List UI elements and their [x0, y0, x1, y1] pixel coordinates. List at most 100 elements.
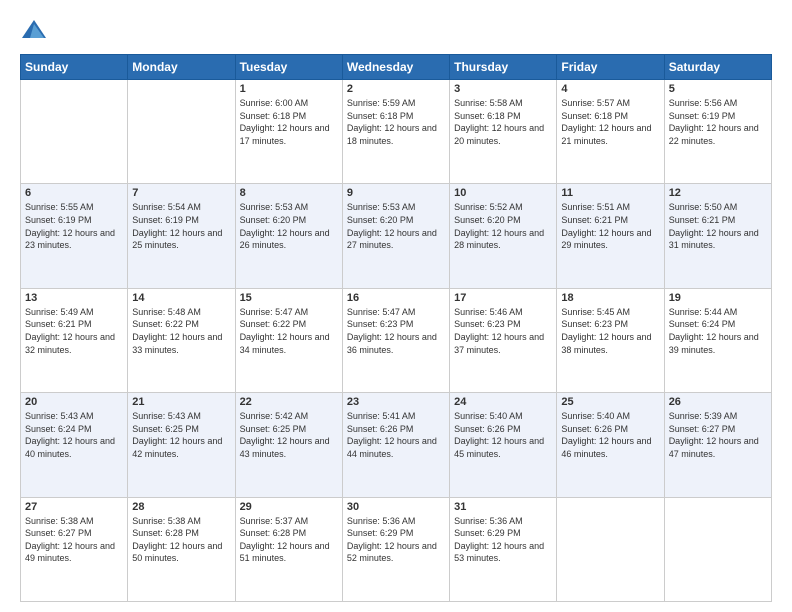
- day-number: 11: [561, 187, 659, 199]
- day-number: 15: [240, 292, 338, 304]
- calendar-cell: 17Sunrise: 5:46 AM Sunset: 6:23 PM Dayli…: [450, 288, 557, 392]
- calendar-cell: 21Sunrise: 5:43 AM Sunset: 6:25 PM Dayli…: [128, 393, 235, 497]
- calendar-header-tuesday: Tuesday: [235, 55, 342, 80]
- day-info: Sunrise: 5:43 AM Sunset: 6:25 PM Dayligh…: [132, 410, 230, 460]
- day-info: Sunrise: 5:48 AM Sunset: 6:22 PM Dayligh…: [132, 306, 230, 356]
- day-number: 4: [561, 83, 659, 95]
- calendar-cell: 20Sunrise: 5:43 AM Sunset: 6:24 PM Dayli…: [21, 393, 128, 497]
- day-number: 31: [454, 501, 552, 513]
- calendar-cell: 11 Sunrise: 5:51 AM Sunset: 6:21 PM Dayli…: [557, 184, 664, 288]
- calendar-week-5: 27 Sunrise: 5:38 AM Sunset: 6:27 PM Dayli…: [21, 497, 772, 601]
- day-info: Sunrise: 5:55 AM Sunset: 6:19 PM Dayligh…: [25, 201, 123, 251]
- day-info: Sunrise: 5:54 AM Sunset: 6:19 PM Dayligh…: [132, 201, 230, 251]
- calendar-week-2: 6 Sunrise: 5:55 AM Sunset: 6:19 PM Daylig…: [21, 184, 772, 288]
- day-info: Sunrise: 5:53 AM Sunset: 6:20 PM Dayligh…: [347, 201, 445, 251]
- calendar-cell: [664, 497, 771, 601]
- calendar-week-4: 20Sunrise: 5:43 AM Sunset: 6:24 PM Dayli…: [21, 393, 772, 497]
- day-number: 17: [454, 292, 552, 304]
- calendar-cell: 5 Sunrise: 5:56 AM Sunset: 6:19 PM Daylig…: [664, 80, 771, 184]
- calendar-cell: 6 Sunrise: 5:55 AM Sunset: 6:19 PM Daylig…: [21, 184, 128, 288]
- calendar-cell: 7 Sunrise: 5:54 AM Sunset: 6:19 PM Daylig…: [128, 184, 235, 288]
- day-number: 23: [347, 396, 445, 408]
- day-info: Sunrise: 5:57 AM Sunset: 6:18 PM Dayligh…: [561, 97, 659, 147]
- day-info: Sunrise: 5:56 AM Sunset: 6:19 PM Dayligh…: [669, 97, 767, 147]
- logo-icon: [20, 16, 48, 44]
- day-info: Sunrise: 5:49 AM Sunset: 6:21 PM Dayligh…: [25, 306, 123, 356]
- calendar-cell: 1 Sunrise: 6:00 AM Sunset: 6:18 PM Daylig…: [235, 80, 342, 184]
- calendar-cell: 23 Sunrise: 5:41 AM Sunset: 6:26 PM Dayli…: [342, 393, 449, 497]
- day-info: Sunrise: 5:44 AM Sunset: 6:24 PM Dayligh…: [669, 306, 767, 356]
- calendar-cell: 4 Sunrise: 5:57 AM Sunset: 6:18 PM Daylig…: [557, 80, 664, 184]
- day-number: 24: [454, 396, 552, 408]
- day-number: 29: [240, 501, 338, 513]
- page: SundayMondayTuesdayWednesdayThursdayFrid…: [0, 0, 792, 612]
- calendar-cell: 9 Sunrise: 5:53 AM Sunset: 6:20 PM Daylig…: [342, 184, 449, 288]
- calendar-cell: 2 Sunrise: 5:59 AM Sunset: 6:18 PM Daylig…: [342, 80, 449, 184]
- day-number: 1: [240, 83, 338, 95]
- day-number: 28: [132, 501, 230, 513]
- calendar-cell: 8 Sunrise: 5:53 AM Sunset: 6:20 PM Daylig…: [235, 184, 342, 288]
- day-number: 6: [25, 187, 123, 199]
- calendar-cell: 28 Sunrise: 5:38 AM Sunset: 6:28 PM Dayli…: [128, 497, 235, 601]
- day-info: Sunrise: 5:59 AM Sunset: 6:18 PM Dayligh…: [347, 97, 445, 147]
- day-info: Sunrise: 5:40 AM Sunset: 6:26 PM Dayligh…: [454, 410, 552, 460]
- day-number: 7: [132, 187, 230, 199]
- calendar-header-thursday: Thursday: [450, 55, 557, 80]
- day-info: Sunrise: 5:38 AM Sunset: 6:27 PM Dayligh…: [25, 515, 123, 565]
- calendar-cell: [128, 80, 235, 184]
- day-info: Sunrise: 5:52 AM Sunset: 6:20 PM Dayligh…: [454, 201, 552, 251]
- calendar-cell: 24 Sunrise: 5:40 AM Sunset: 6:26 PM Dayli…: [450, 393, 557, 497]
- calendar-header-wednesday: Wednesday: [342, 55, 449, 80]
- calendar-cell: 13Sunrise: 5:49 AM Sunset: 6:21 PM Dayli…: [21, 288, 128, 392]
- day-number: 19: [669, 292, 767, 304]
- calendar-cell: 10Sunrise: 5:52 AM Sunset: 6:20 PM Dayli…: [450, 184, 557, 288]
- calendar-cell: 26Sunrise: 5:39 AM Sunset: 6:27 PM Dayli…: [664, 393, 771, 497]
- calendar-header-saturday: Saturday: [664, 55, 771, 80]
- day-number: 30: [347, 501, 445, 513]
- day-number: 12: [669, 187, 767, 199]
- calendar-cell: [21, 80, 128, 184]
- day-info: Sunrise: 5:41 AM Sunset: 6:26 PM Dayligh…: [347, 410, 445, 460]
- day-info: Sunrise: 5:50 AM Sunset: 6:21 PM Dayligh…: [669, 201, 767, 251]
- day-info: Sunrise: 5:47 AM Sunset: 6:23 PM Dayligh…: [347, 306, 445, 356]
- day-number: 26: [669, 396, 767, 408]
- calendar-cell: 15Sunrise: 5:47 AM Sunset: 6:22 PM Dayli…: [235, 288, 342, 392]
- day-info: Sunrise: 5:45 AM Sunset: 6:23 PM Dayligh…: [561, 306, 659, 356]
- day-number: 3: [454, 83, 552, 95]
- day-info: Sunrise: 5:40 AM Sunset: 6:26 PM Dayligh…: [561, 410, 659, 460]
- day-number: 25: [561, 396, 659, 408]
- calendar-cell: 3 Sunrise: 5:58 AM Sunset: 6:18 PM Daylig…: [450, 80, 557, 184]
- calendar-cell: [557, 497, 664, 601]
- day-number: 2: [347, 83, 445, 95]
- day-info: Sunrise: 5:51 AM Sunset: 6:21 PM Dayligh…: [561, 201, 659, 251]
- day-number: 8: [240, 187, 338, 199]
- day-number: 27: [25, 501, 123, 513]
- calendar-cell: 14 Sunrise: 5:48 AM Sunset: 6:22 PM Dayli…: [128, 288, 235, 392]
- day-number: 22: [240, 396, 338, 408]
- day-info: Sunrise: 5:53 AM Sunset: 6:20 PM Dayligh…: [240, 201, 338, 251]
- day-info: Sunrise: 5:58 AM Sunset: 6:18 PM Dayligh…: [454, 97, 552, 147]
- day-info: Sunrise: 6:00 AM Sunset: 6:18 PM Dayligh…: [240, 97, 338, 147]
- calendar-header-monday: Monday: [128, 55, 235, 80]
- calendar-cell: 18 Sunrise: 5:45 AM Sunset: 6:23 PM Dayli…: [557, 288, 664, 392]
- day-info: Sunrise: 5:43 AM Sunset: 6:24 PM Dayligh…: [25, 410, 123, 460]
- calendar-cell: 12 Sunrise: 5:50 AM Sunset: 6:21 PM Dayli…: [664, 184, 771, 288]
- day-info: Sunrise: 5:36 AM Sunset: 6:29 PM Dayligh…: [347, 515, 445, 565]
- day-number: 18: [561, 292, 659, 304]
- logo: [20, 16, 52, 44]
- calendar-header-sunday: Sunday: [21, 55, 128, 80]
- day-info: Sunrise: 5:36 AM Sunset: 6:29 PM Dayligh…: [454, 515, 552, 565]
- calendar-cell: 27 Sunrise: 5:38 AM Sunset: 6:27 PM Dayli…: [21, 497, 128, 601]
- calendar-table: SundayMondayTuesdayWednesdayThursdayFrid…: [20, 54, 772, 602]
- calendar-week-1: 1 Sunrise: 6:00 AM Sunset: 6:18 PM Daylig…: [21, 80, 772, 184]
- header: [20, 16, 772, 44]
- day-info: Sunrise: 5:38 AM Sunset: 6:28 PM Dayligh…: [132, 515, 230, 565]
- calendar-cell: 19 Sunrise: 5:44 AM Sunset: 6:24 PM Dayli…: [664, 288, 771, 392]
- calendar-header-row: SundayMondayTuesdayWednesdayThursdayFrid…: [21, 55, 772, 80]
- day-number: 9: [347, 187, 445, 199]
- calendar-cell: 16Sunrise: 5:47 AM Sunset: 6:23 PM Dayli…: [342, 288, 449, 392]
- day-number: 14: [132, 292, 230, 304]
- day-number: 5: [669, 83, 767, 95]
- calendar-cell: 22 Sunrise: 5:42 AM Sunset: 6:25 PM Dayli…: [235, 393, 342, 497]
- day-info: Sunrise: 5:42 AM Sunset: 6:25 PM Dayligh…: [240, 410, 338, 460]
